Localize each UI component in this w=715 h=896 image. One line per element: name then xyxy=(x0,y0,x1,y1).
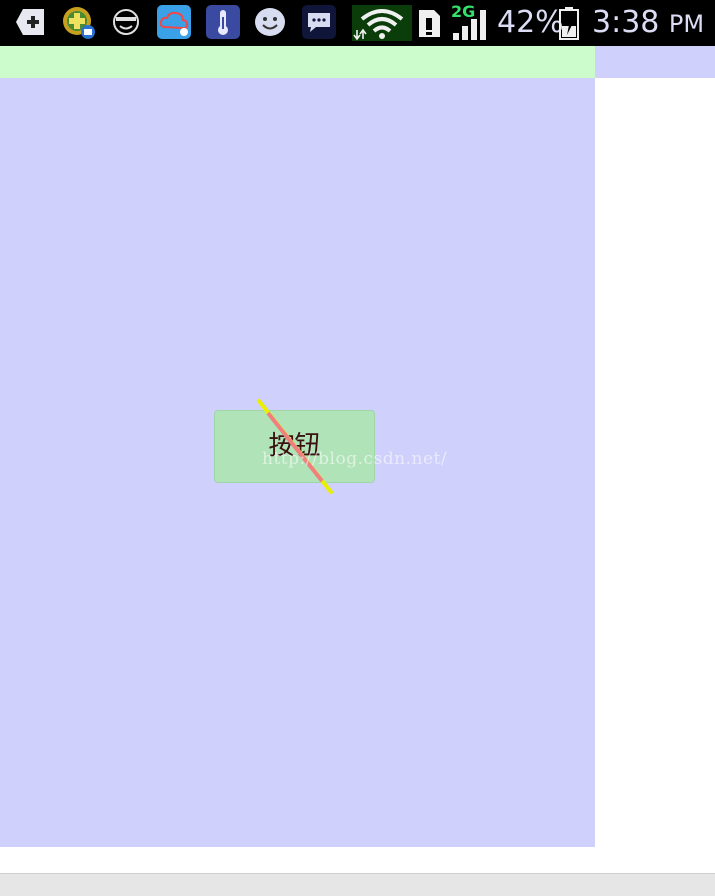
center-button[interactable]: 按钮 xyxy=(214,410,375,483)
right-strip xyxy=(595,46,715,78)
wifi-signal-icon xyxy=(352,5,412,41)
sunglasses-face-icon xyxy=(109,5,143,39)
chat-bubble-icon xyxy=(302,5,336,39)
bottom-bar xyxy=(0,873,715,896)
cell-signal-icon xyxy=(451,6,489,40)
clock-time: 3:38 xyxy=(592,5,660,40)
contacts-mail-icon xyxy=(61,5,95,39)
status-bar: 2G 42% 3:38 PM xyxy=(0,0,715,46)
top-band xyxy=(0,46,595,78)
battery-percent: 42% xyxy=(497,5,564,40)
smiley-face-icon xyxy=(253,5,287,39)
thermometer-icon xyxy=(206,5,240,39)
status-clock: 3:38 PM xyxy=(592,4,704,43)
sim-alert-icon xyxy=(416,6,444,40)
battery-charging-icon xyxy=(558,6,580,40)
watermark-text: http://blog.csdn.net/ xyxy=(262,449,448,469)
clock-ampm: PM xyxy=(668,10,705,38)
cloud-sync-icon xyxy=(157,5,191,39)
add-icon xyxy=(14,5,48,39)
